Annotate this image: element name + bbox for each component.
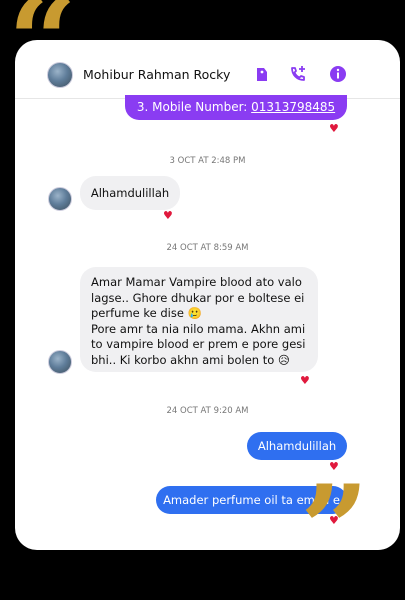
heart-reaction: ♥ [300,374,310,387]
message-text: Alhamdulillah [90,186,170,200]
message-text: lagse.. Ghore dhukar por e boltese ei [91,290,305,305]
info-icon[interactable] [328,64,348,84]
message-text: Alhamdulillah [257,439,337,453]
video-call-icon[interactable] [288,64,308,84]
message-text: 3. Mobile Number: [136,100,252,114]
open-quote-decoration: “ [8,0,78,112]
close-quote-decoration: ” [300,459,370,600]
sender-avatar[interactable] [48,350,72,374]
timestamp: 24 OCT AT 8:59 AM [166,243,249,253]
message-text: to vampire blood er prem e pore gesi [91,337,306,351]
message-text: perfume ke dise 🥲 [91,306,202,320]
heart-reaction: ♥ [329,122,339,135]
tag-icon[interactable] [252,64,272,84]
timestamp: 3 OCT AT 2:48 PM [169,156,246,166]
outgoing-message[interactable]: Alhamdulillah [247,432,347,460]
message-text: Pore amr ta nia nilo mama. Akhn ami [91,321,306,336]
incoming-message[interactable]: Alhamdulillah [80,176,180,210]
heart-reaction: ♥ [163,209,173,222]
sender-avatar[interactable] [48,187,72,211]
contact-name[interactable]: Mohibur Rahman Rocky [83,67,230,82]
outgoing-message-mobile-number[interactable]: 3. Mobile Number: 01313798485 [125,95,347,120]
message-text: Amar Mamar Vampire blood ato valo [91,275,302,289]
incoming-message[interactable]: Amar Mamar Vampire blood ato valo lagse.… [80,267,318,372]
message-text: bhi.. Ki korbo akhn ami bolen to 😥 [91,352,290,367]
phone-number-link[interactable]: 01313798485 [251,100,335,114]
timestamp: 24 OCT AT 9:20 AM [166,406,249,416]
